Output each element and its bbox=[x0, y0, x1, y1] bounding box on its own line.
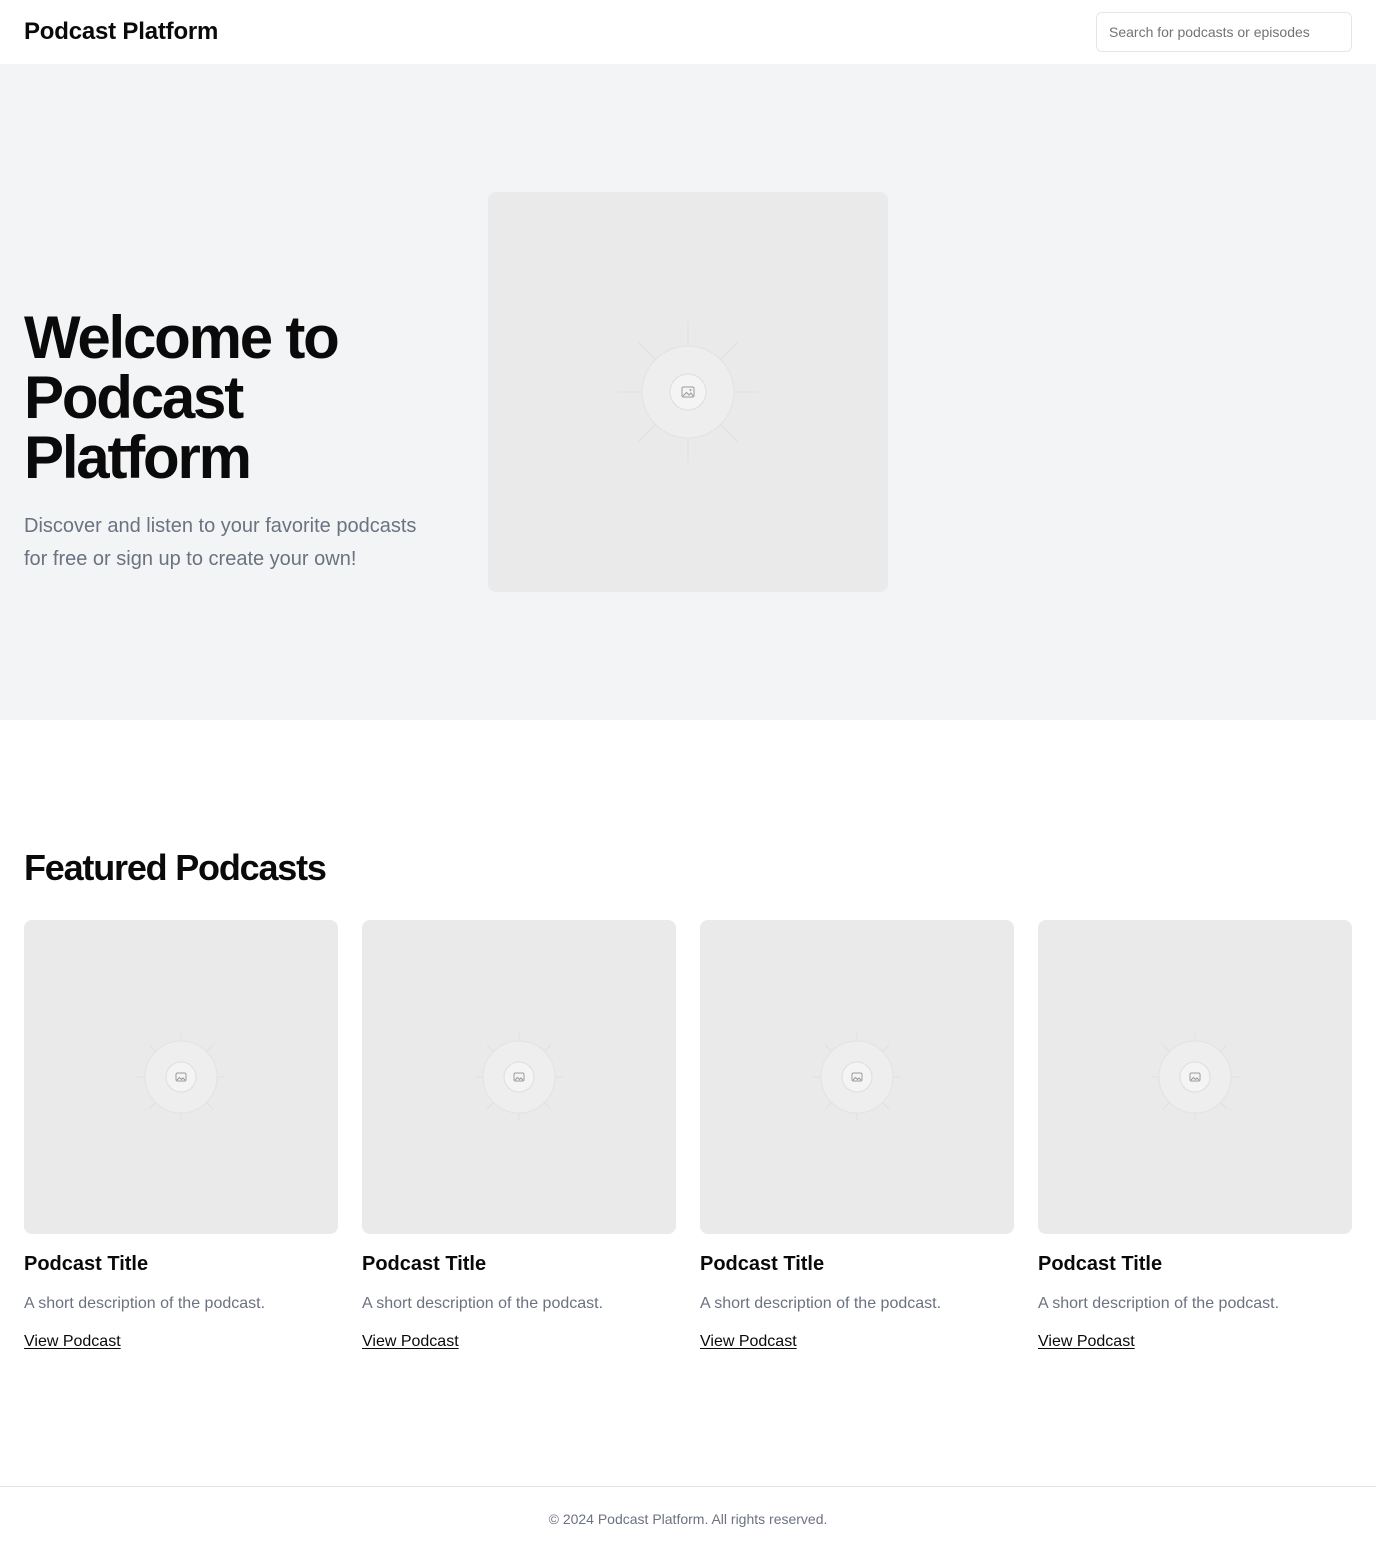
podcast-description: A short description of the podcast. bbox=[1038, 1295, 1280, 1312]
site-header: Podcast Platform bbox=[0, 0, 1376, 64]
podcast-title: Podcast Title bbox=[362, 1253, 487, 1275]
hero-text: Welcome to Podcast Platform Discover and… bbox=[24, 308, 444, 575]
image-placeholder-icon bbox=[618, 322, 758, 462]
image-placeholder-icon bbox=[137, 1033, 225, 1121]
view-podcast-link[interactable]: View Podcast bbox=[1038, 1330, 1135, 1354]
podcast-cover-image[interactable] bbox=[1038, 920, 1352, 1234]
search-input[interactable] bbox=[1096, 12, 1352, 52]
site-brand[interactable]: Podcast Platform bbox=[24, 18, 218, 46]
podcast-title: Podcast Title bbox=[1038, 1253, 1163, 1275]
image-placeholder-icon bbox=[1151, 1033, 1239, 1121]
image-placeholder-icon bbox=[475, 1033, 563, 1121]
hero-section: Welcome to Podcast Platform Discover and… bbox=[0, 64, 1376, 720]
podcast-cover-image[interactable] bbox=[700, 920, 1014, 1234]
hero-image bbox=[488, 192, 888, 592]
image-placeholder-icon bbox=[813, 1033, 901, 1121]
podcast-cover-image[interactable] bbox=[24, 920, 338, 1234]
featured-section: Featured Podcasts Podcast Title A short … bbox=[0, 720, 1376, 1486]
copyright-text: © 2024 Podcast Platform. All rights rese… bbox=[548, 1510, 828, 1527]
hero-title: Welcome to Podcast Platform bbox=[24, 304, 340, 491]
podcast-card: Podcast Title A short description of the… bbox=[1038, 920, 1352, 1354]
podcast-card: Podcast Title A short description of the… bbox=[24, 920, 338, 1354]
view-podcast-link[interactable]: View Podcast bbox=[24, 1330, 121, 1354]
podcast-description: A short description of the podcast. bbox=[700, 1295, 942, 1312]
site-footer: © 2024 Podcast Platform. All rights rese… bbox=[0, 1486, 1376, 1550]
podcast-title: Podcast Title bbox=[700, 1253, 825, 1275]
podcast-cover-image[interactable] bbox=[362, 920, 676, 1234]
podcast-card-grid: Podcast Title A short description of the… bbox=[24, 920, 1352, 1354]
hero-subtitle: Discover and listen to your favorite pod… bbox=[24, 515, 417, 570]
podcast-card: Podcast Title A short description of the… bbox=[700, 920, 1014, 1354]
view-podcast-link[interactable]: View Podcast bbox=[362, 1330, 459, 1354]
podcast-card: Podcast Title A short description of the… bbox=[362, 920, 676, 1354]
podcast-description: A short description of the podcast. bbox=[24, 1295, 266, 1312]
view-podcast-link[interactable]: View Podcast bbox=[700, 1330, 797, 1354]
podcast-title: Podcast Title bbox=[24, 1253, 149, 1275]
featured-title: Featured Podcasts bbox=[24, 847, 327, 888]
podcast-description: A short description of the podcast. bbox=[362, 1295, 604, 1312]
